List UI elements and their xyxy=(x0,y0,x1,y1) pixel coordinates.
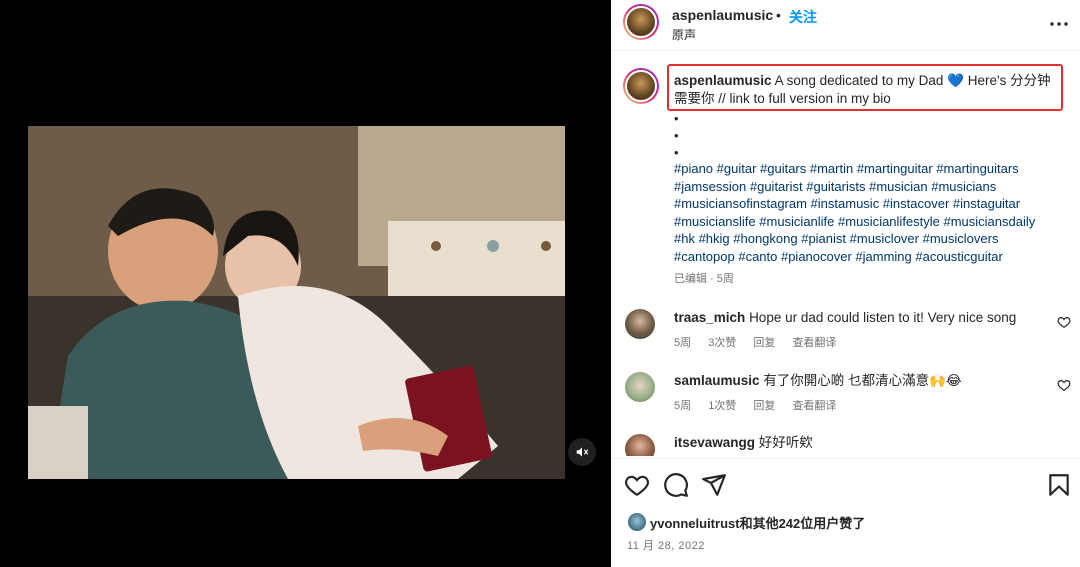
mute-icon xyxy=(576,447,589,457)
post-date: 11 月 28, 2022 xyxy=(627,540,705,552)
comment-age: 5周 xyxy=(674,400,692,412)
hashtag-line[interactable]: #jamsession #guitarist #guitarists #musi… xyxy=(674,178,1069,196)
actions-divider xyxy=(611,458,1080,459)
comment-body: Hope ur dad could listen to it! Very nic… xyxy=(749,310,1017,325)
caption-text: aspenlaumusic A song dedicated to my Dad… xyxy=(674,72,1059,108)
more-options-button[interactable] xyxy=(1047,12,1071,36)
post-side-panel: aspenlaumusic • 关注 原声 aspenlaumusic A so… xyxy=(611,0,1080,567)
follow-button[interactable]: 关注 xyxy=(789,7,817,27)
caption-bullets: • • • xyxy=(674,110,679,161)
comment-age: 5周 xyxy=(674,337,692,349)
hashtag-line[interactable]: #piano #guitar #guitars #martin #marting… xyxy=(674,160,1069,178)
reply-button[interactable]: 回复 xyxy=(753,337,775,349)
audio-label[interactable]: 原声 xyxy=(672,26,696,43)
commenter-username[interactable]: itsevawangg xyxy=(674,435,755,450)
likes-summary[interactable]: yvonneluitrust和其他242位用户赞了 xyxy=(627,512,865,532)
action-bar xyxy=(611,468,1080,504)
comment-item: traas_mich Hope ur dad could listen to i… xyxy=(611,309,1080,369)
header-divider xyxy=(611,50,1080,51)
comment-text: itsevawangg 好好听欸 xyxy=(674,434,1044,452)
comment-item: samlaumusic 有了你開心啲 乜都清心滿意🙌😂 5周 1次赞 回复 查看… xyxy=(611,372,1080,432)
caption-username[interactable]: aspenlaumusic xyxy=(674,73,772,88)
mute-button[interactable] xyxy=(568,438,596,466)
caption-avatar[interactable] xyxy=(623,68,659,104)
bullet: • xyxy=(674,111,679,126)
comment-item: itsevawangg 好好听欸 xyxy=(611,434,1080,456)
commenter-avatar[interactable] xyxy=(625,372,655,402)
comment-likes[interactable]: 3次赞 xyxy=(708,337,736,349)
likes-text: yvonneluitrust和其他242位用户赞了 xyxy=(650,515,866,531)
bullet: • xyxy=(674,128,679,143)
hashtag-line[interactable]: #musiciansofinstagram #instamusic #insta… xyxy=(674,195,1069,213)
media-pane xyxy=(0,0,611,567)
more-icon xyxy=(1050,22,1068,26)
comment-meta: 5周 1次赞 回复 查看翻译 xyxy=(674,397,850,413)
comment-body: 有了你開心啲 乜都清心滿意🙌😂 xyxy=(763,373,962,388)
save-icon[interactable] xyxy=(1046,472,1072,498)
heart-icon[interactable] xyxy=(1057,378,1071,392)
post-photo[interactable] xyxy=(28,126,565,479)
comment-icon[interactable] xyxy=(663,472,689,498)
comment-text: samlaumusic 有了你開心啲 乜都清心滿意🙌😂 xyxy=(674,372,1044,390)
commenter-username[interactable]: traas_mich xyxy=(674,310,745,325)
heart-icon[interactable] xyxy=(624,472,650,498)
commenter-username[interactable]: samlaumusic xyxy=(674,373,760,388)
liker-avatar xyxy=(627,512,647,532)
comment-text: traas_mich Hope ur dad could listen to i… xyxy=(674,309,1044,327)
hashtag-line[interactable]: #cantopop #canto #pianocover #jamming #a… xyxy=(674,248,1069,266)
header-separator: • xyxy=(776,7,781,23)
heart-icon[interactable] xyxy=(1057,315,1071,329)
hashtag-line[interactable]: #hk #hkig #hongkong #pianist #musiclover… xyxy=(674,230,1069,248)
hashtag-block: #piano #guitar #guitars #martin #marting… xyxy=(674,160,1069,266)
post-header: aspenlaumusic • 关注 原声 xyxy=(611,0,1080,48)
commenter-avatar[interactable] xyxy=(625,434,655,456)
commenter-avatar[interactable] xyxy=(625,309,655,339)
photo-illustration xyxy=(28,126,565,479)
comment-meta: 5周 3次赞 回复 查看翻译 xyxy=(674,334,850,350)
translate-button[interactable]: 查看翻译 xyxy=(792,400,836,412)
comment-body: 好好听欸 xyxy=(758,435,813,450)
author-username[interactable]: aspenlaumusic xyxy=(672,7,773,23)
author-avatar[interactable] xyxy=(623,4,659,40)
translate-button[interactable]: 查看翻译 xyxy=(792,337,836,349)
reply-button[interactable]: 回复 xyxy=(753,400,775,412)
comment-likes[interactable]: 1次赞 xyxy=(708,400,736,412)
hashtag-line[interactable]: #musicianslife #musicianlife #musicianli… xyxy=(674,213,1069,231)
caption-meta: 已编辑 · 5周 xyxy=(674,273,734,285)
share-icon[interactable] xyxy=(701,472,727,498)
bullet: • xyxy=(674,145,679,160)
